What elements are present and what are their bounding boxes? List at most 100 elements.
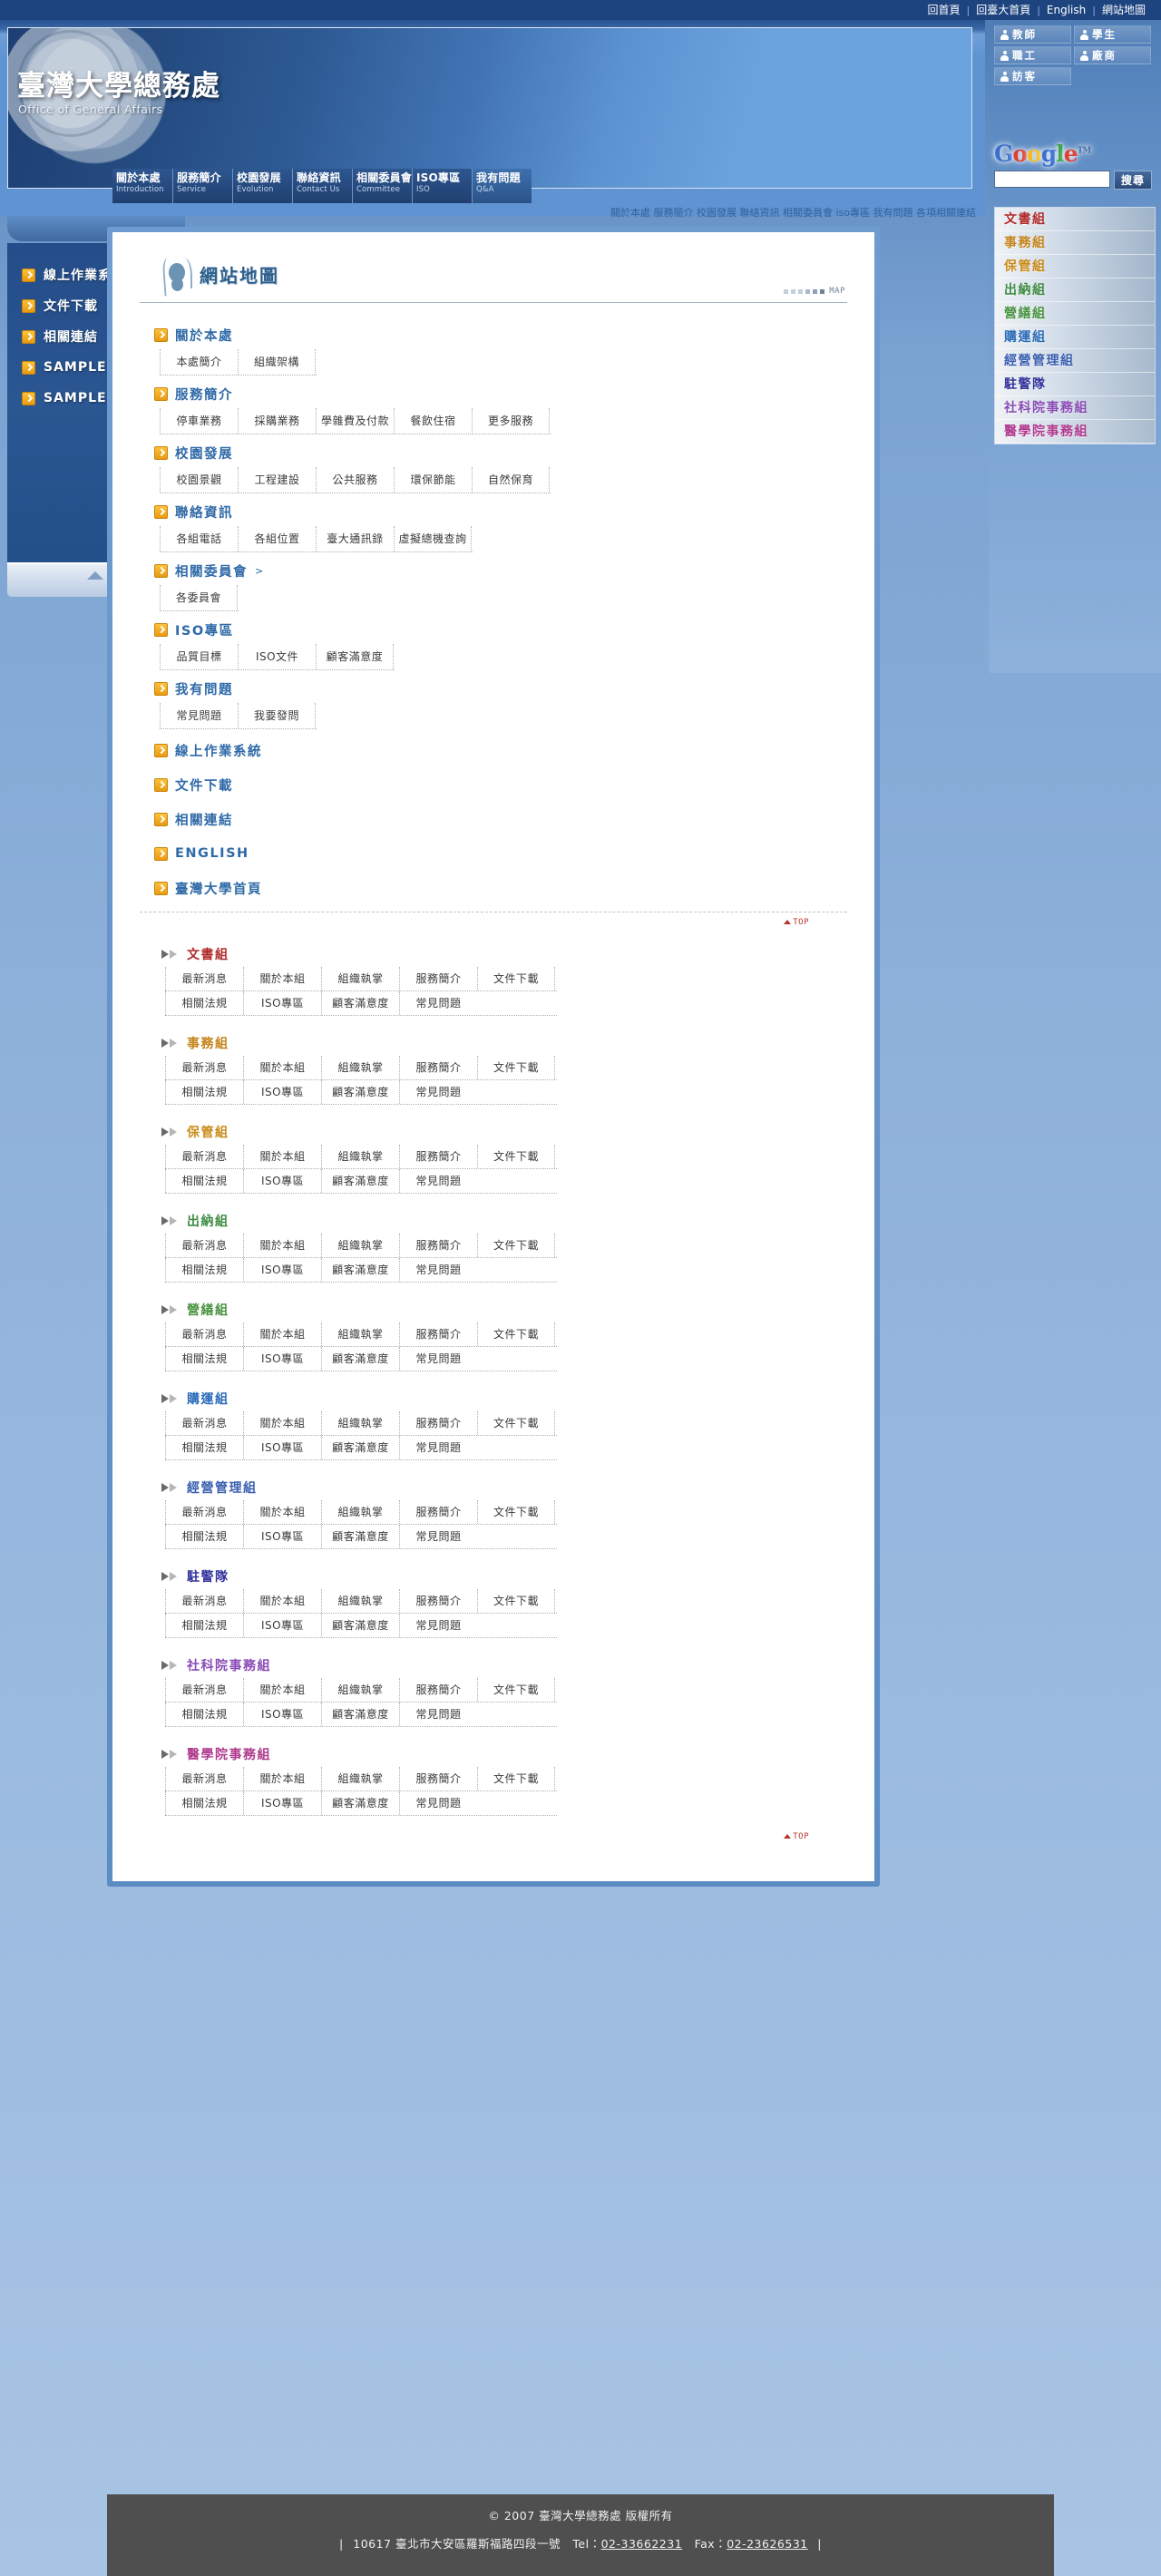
role-button-1[interactable]: 學生 [1074,25,1151,44]
department-link[interactable]: 服務簡介 [399,1322,477,1346]
department-link[interactable]: 常見問題 [399,1080,477,1104]
role-button-4[interactable]: 訪客 [994,67,1071,85]
sitemap-section-header-4[interactable]: 相關委員會 > [140,559,847,582]
department-link[interactable]: 最新消息 [165,1056,243,1079]
department-link[interactable]: 顧客滿意度 [321,1080,399,1104]
dept-nav-item-4[interactable]: 營繕組 [995,302,1155,326]
sitemap-link[interactable]: 各委員會 [160,585,238,610]
nav-item-contact-us[interactable]: 聯絡資訊 Contact Us [292,169,352,203]
back-to-top-link[interactable]: TOP [784,918,809,927]
sitemap-link[interactable]: 餐飲住宿 [394,408,472,434]
sitemap-link[interactable]: 本處簡介 [160,349,238,375]
topbar-link-1[interactable]: 回臺大首頁 [970,0,1037,20]
department-link[interactable]: 相關法規 [165,1347,243,1371]
department-link[interactable]: ISO專區 [243,1258,321,1282]
topbar-link-0[interactable]: 回首頁 [921,0,966,20]
sitemap-link[interactable]: 各組位置 [238,526,316,551]
dept-nav-item-8[interactable]: 社科院事務組 [995,396,1155,420]
department-link[interactable]: ISO專區 [243,1614,321,1637]
department-link[interactable]: ISO專區 [243,1080,321,1104]
sitemap-link[interactable]: 臺大通訊錄 [316,526,394,551]
department-link[interactable]: 文件下載 [477,1145,555,1168]
sitemap-section-header-9[interactable]: 相關連結 [140,805,847,834]
department-link[interactable]: ISO專區 [243,1347,321,1371]
department-link[interactable]: 關於本組 [243,1234,321,1257]
department-link[interactable]: 相關法規 [165,1436,243,1459]
sitemap-section-header-3[interactable]: 聯絡資訊 [140,500,847,523]
topbar-link-3[interactable]: 網站地圖 [1096,0,1152,20]
sitemap-section-header-5[interactable]: ISO專區 [140,618,847,641]
department-header-1[interactable]: 事務組 [140,1032,847,1054]
department-link[interactable]: ISO專區 [243,1525,321,1548]
department-link[interactable]: 相關法規 [165,1169,243,1193]
sitemap-section-header-10[interactable]: ENGLISH [140,839,847,868]
department-link[interactable]: 組織執掌 [321,1145,399,1168]
department-link[interactable]: 組織執掌 [321,1589,399,1613]
department-link[interactable]: 最新消息 [165,1767,243,1791]
nav-item-evolution[interactable]: 校園發展 Evolution [232,169,292,203]
department-link[interactable]: 服務簡介 [399,1500,477,1524]
sitemap-link[interactable]: 顧客滿意度 [316,644,394,669]
department-link[interactable]: 常見問題 [399,1791,477,1815]
department-link[interactable]: 關於本組 [243,1056,321,1079]
department-link[interactable]: 顧客滿意度 [321,1347,399,1371]
department-link[interactable]: ISO專區 [243,1791,321,1815]
sitemap-section-header-6[interactable]: 我有問題 [140,677,847,700]
nav-item-committee[interactable]: 相關委員會 Committee [352,169,412,203]
department-link[interactable]: 最新消息 [165,1500,243,1524]
role-button-0[interactable]: 教師 [994,25,1071,44]
department-link[interactable]: 文件下載 [477,1500,555,1524]
department-link[interactable]: 組織執掌 [321,1322,399,1346]
sitemap-link[interactable]: 組織架構 [238,349,316,375]
department-link[interactable]: 組織執掌 [321,1678,399,1702]
department-link[interactable]: 文件下載 [477,967,555,990]
department-link[interactable]: 文件下載 [477,1322,555,1346]
department-header-7[interactable]: 駐警隊 [140,1566,847,1587]
dept-nav-item-6[interactable]: 經營管理組 [995,349,1155,373]
department-link[interactable]: ISO專區 [243,991,321,1015]
department-link[interactable]: 相關法規 [165,1614,243,1637]
dept-nav-item-3[interactable]: 出納組 [995,278,1155,302]
department-link[interactable]: 關於本組 [243,967,321,990]
department-link[interactable]: 顧客滿意度 [321,1169,399,1193]
sitemap-link[interactable]: 虛擬總機查詢 [394,526,472,551]
department-link[interactable]: 常見問題 [399,991,477,1015]
department-link[interactable]: 服務簡介 [399,1056,477,1079]
department-link[interactable]: 關於本組 [243,1589,321,1613]
department-link[interactable]: 服務簡介 [399,1234,477,1257]
department-link[interactable]: 文件下載 [477,1411,555,1435]
sitemap-section-header-2[interactable]: 校園發展 [140,441,847,464]
footer-fax-link[interactable]: 02-23626531 [727,2537,808,2551]
role-button-2[interactable]: 職工 [994,46,1071,64]
nav-item-service[interactable]: 服務簡介 Service [172,169,232,203]
sitemap-link[interactable]: 各組電話 [160,526,238,551]
department-link[interactable]: 顧客滿意度 [321,1258,399,1282]
sitemap-link[interactable]: 停車業務 [160,408,238,434]
department-link[interactable]: 相關法規 [165,991,243,1015]
dept-nav-item-7[interactable]: 駐警隊 [995,373,1155,396]
search-button[interactable]: 搜尋 [1114,171,1152,190]
department-link[interactable]: 服務簡介 [399,1589,477,1613]
department-link[interactable]: 組織執掌 [321,1767,399,1791]
department-link[interactable]: 顧客滿意度 [321,1525,399,1548]
sitemap-section-header-0[interactable]: 關於本處 [140,323,847,346]
department-link[interactable]: 最新消息 [165,967,243,990]
department-link[interactable]: 關於本組 [243,1767,321,1791]
nav-item-iso[interactable]: ISO專區 ISO [412,169,472,203]
department-link[interactable]: 顧客滿意度 [321,1614,399,1637]
department-link[interactable]: 服務簡介 [399,1767,477,1791]
department-link[interactable]: 文件下載 [477,1056,555,1079]
department-header-9[interactable]: 醫學院事務組 [140,1743,847,1765]
sitemap-link[interactable]: 工程建設 [238,467,316,493]
department-link[interactable]: 組織執掌 [321,1234,399,1257]
department-link[interactable]: 文件下載 [477,1678,555,1702]
department-link[interactable]: 最新消息 [165,1589,243,1613]
department-header-6[interactable]: 經營管理組 [140,1477,847,1498]
department-link[interactable]: 組織執掌 [321,1411,399,1435]
department-header-3[interactable]: 出納組 [140,1210,847,1232]
sitemap-link[interactable]: 採購業務 [238,408,316,434]
sitemap-link[interactable]: 環保節能 [394,467,472,493]
department-link[interactable]: 服務簡介 [399,1678,477,1702]
department-link[interactable]: 顧客滿意度 [321,1703,399,1726]
department-header-8[interactable]: 社科院事務組 [140,1654,847,1676]
